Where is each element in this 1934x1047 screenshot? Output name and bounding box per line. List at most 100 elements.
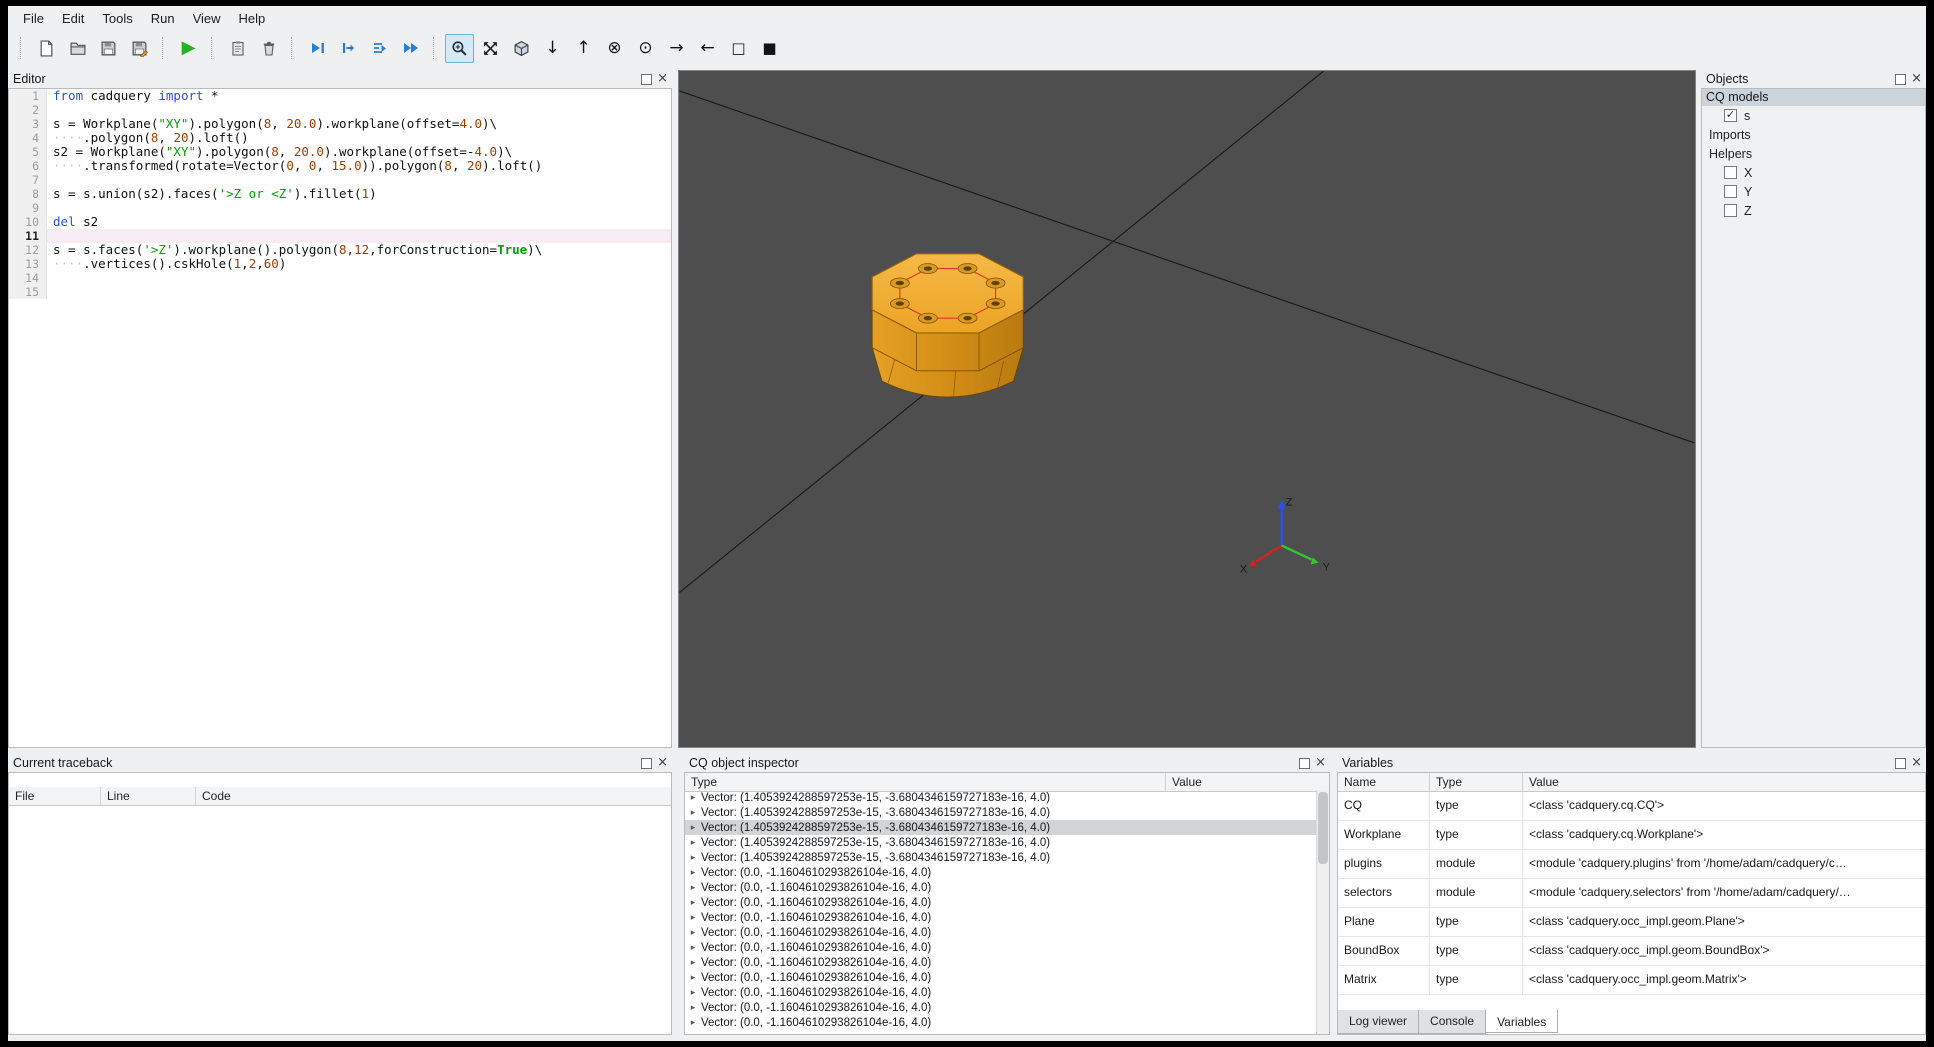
traceback-float-button[interactable]	[641, 757, 653, 769]
variables-row-workplane[interactable]: Workplane type <class 'cadquery.cq.Workpla…	[1338, 821, 1925, 850]
code-line-1[interactable]: 1 from cadquery import *	[9, 89, 671, 103]
inspector-row[interactable]: ▸ Vector: (0.0, -1.1604610293826104e-16, …	[685, 1015, 1317, 1030]
traceback-col-file[interactable]: File	[9, 787, 101, 805]
checkbox-z[interactable]	[1724, 204, 1737, 217]
code-line-3[interactable]: 3 s = Workplane("XY").polygon(8, 20.0).wo…	[9, 117, 671, 131]
code-line-11[interactable]: 11	[9, 229, 671, 243]
editor-close-button[interactable]: ×	[657, 72, 668, 85]
objects-item-s[interactable]: ✓ s	[1702, 106, 1925, 125]
step-in-button[interactable]	[334, 34, 363, 63]
debug-button[interactable]	[223, 34, 252, 63]
traceback-col-line[interactable]: Line	[101, 787, 196, 805]
expand-arrow-icon[interactable]: ▸	[685, 852, 701, 863]
objects-float-button[interactable]	[1895, 73, 1907, 85]
zoom-button[interactable]	[445, 33, 474, 63]
expand-arrow-icon[interactable]: ▸	[685, 1002, 701, 1013]
variables-row-selectors[interactable]: selectors module <module 'cadquery.selecto…	[1338, 879, 1925, 908]
inspector-row[interactable]: ▸ Vector: (1.4053924288597253e-15, -3.680…	[685, 820, 1317, 835]
variables-col-type[interactable]: Type	[1430, 773, 1523, 791]
expand-arrow-icon[interactable]: ▸	[685, 927, 701, 938]
menu-file[interactable]: File	[14, 8, 53, 29]
bottom-view-button[interactable]: ↑	[569, 34, 598, 63]
back-view-button[interactable]: ⊙	[631, 34, 660, 63]
variables-col-value[interactable]: Value	[1523, 773, 1925, 791]
inspector-row[interactable]: ▸ Vector: (1.4053924288597253e-15, -3.680…	[685, 790, 1317, 805]
objects-close-button[interactable]: ×	[1911, 72, 1922, 85]
variables-row-cq[interactable]: CQ type <class 'cadquery.cq.CQ'>	[1338, 792, 1925, 821]
expand-arrow-icon[interactable]: ▸	[685, 867, 701, 878]
expand-arrow-icon[interactable]: ▸	[685, 912, 701, 923]
step-out-button[interactable]	[365, 34, 394, 63]
expand-arrow-icon[interactable]: ▸	[685, 792, 701, 803]
code-line-14[interactable]: 14	[9, 271, 671, 285]
code-line-2[interactable]: 2	[9, 103, 671, 117]
traceback-col-code[interactable]: Code	[196, 787, 671, 805]
save-as-button[interactable]	[125, 34, 154, 63]
expand-arrow-icon[interactable]: ▸	[685, 882, 701, 893]
right-view-button[interactable]: →	[662, 34, 691, 63]
menu-help[interactable]: Help	[230, 8, 275, 29]
code-line-9[interactable]: 9	[9, 201, 671, 215]
inspector-row[interactable]: ▸ Vector: (0.0, -1.1604610293826104e-16, …	[685, 970, 1317, 985]
inspector-row[interactable]: ▸ Vector: (0.0, -1.1604610293826104e-16, …	[685, 955, 1317, 970]
code-line-10[interactable]: 10 del s2	[9, 215, 671, 229]
cq-models-group-header[interactable]: CQ models	[1702, 89, 1925, 106]
menu-edit[interactable]: Edit	[53, 8, 93, 29]
viewport-canvas[interactable]: Z X Y	[678, 70, 1696, 748]
variables-float-button[interactable]	[1895, 757, 1907, 769]
variables-close-button[interactable]: ×	[1911, 756, 1922, 769]
code-line-6[interactable]: 6 ····.transformed(rotate=Vector(0, 0, 15…	[9, 159, 671, 173]
variables-row-plugins[interactable]: plugins module <module 'cadquery.plugins' …	[1338, 850, 1925, 879]
step-button[interactable]	[303, 34, 332, 63]
menu-view[interactable]: View	[184, 8, 230, 29]
inspector-col-value[interactable]: Value	[1166, 773, 1329, 791]
variables-row-matrix[interactable]: Matrix type <class 'cadquery.occ_impl.geom…	[1338, 966, 1925, 995]
menu-tools[interactable]: Tools	[93, 8, 141, 29]
traceback-close-button[interactable]: ×	[657, 756, 668, 769]
inspector-row[interactable]: ▸ Vector: (0.0, -1.1604610293826104e-16, …	[685, 985, 1317, 1000]
objects-item-y[interactable]: Y	[1702, 182, 1925, 201]
editor-content[interactable]: 1 from cadquery import * 2 3 s = Workplane("…	[8, 88, 672, 748]
expand-arrow-icon[interactable]: ▸	[685, 957, 701, 968]
variables-row-plane[interactable]: Plane type <class 'cadquery.occ_impl.geom.…	[1338, 908, 1925, 937]
objects-item-imports[interactable]: Imports	[1702, 125, 1925, 144]
new-file-button[interactable]	[32, 34, 61, 63]
tab-variables[interactable]: Variables	[1485, 1009, 1559, 1033]
code-line-7[interactable]: 7	[9, 173, 671, 187]
left-view-button[interactable]: ←	[693, 34, 722, 63]
checkbox-y[interactable]	[1724, 185, 1737, 198]
objects-item-helpers[interactable]: Helpers	[1702, 144, 1925, 163]
checkbox-x[interactable]	[1724, 166, 1737, 179]
inspector-row[interactable]: ▸ Vector: (0.0, -1.1604610293826104e-16, …	[685, 925, 1317, 940]
iso-view-button[interactable]	[507, 34, 536, 63]
top-view-button[interactable]: ↓	[538, 34, 567, 63]
inspector-row[interactable]: ▸ Vector: (0.0, -1.1604610293826104e-16, …	[685, 1000, 1317, 1015]
expand-arrow-icon[interactable]: ▸	[685, 942, 701, 953]
inspector-row[interactable]: ▸ Vector: (1.4053924288597253e-15, -3.680…	[685, 805, 1317, 820]
inspector-close-button[interactable]: ×	[1315, 756, 1326, 769]
code-line-13[interactable]: 13 ····.vertices().cskHole(1,2,60)	[9, 257, 671, 271]
inspector-row[interactable]: ▸ Vector: (0.0, -1.1604610293826104e-16, …	[685, 895, 1317, 910]
delete-button[interactable]	[254, 34, 283, 63]
inspector-row[interactable]: ▸ Vector: (0.0, -1.1604610293826104e-16, …	[685, 940, 1317, 955]
expand-arrow-icon[interactable]: ▸	[685, 972, 701, 983]
expand-arrow-icon[interactable]: ▸	[685, 1017, 701, 1028]
code-line-15[interactable]: 15	[9, 285, 671, 299]
objects-item-x[interactable]: X	[1702, 163, 1925, 182]
inspector-float-button[interactable]	[1299, 757, 1311, 769]
inspector-scrollbar-thumb[interactable]	[1318, 792, 1328, 864]
expand-arrow-icon[interactable]: ▸	[685, 822, 701, 833]
checkbox-s[interactable]: ✓	[1724, 109, 1737, 122]
fit-all-button[interactable]	[476, 34, 505, 63]
save-button[interactable]	[94, 34, 123, 63]
code-line-4[interactable]: 4 ····.polygon(8, 20).loft()	[9, 131, 671, 145]
wireframe-button[interactable]: □	[724, 34, 753, 63]
inspector-row[interactable]: ▸ Vector: (1.4053924288597253e-15, -3.680…	[685, 850, 1317, 865]
inspector-row[interactable]: ▸ Vector: (1.4053924288597253e-15, -3.680…	[685, 835, 1317, 850]
objects-item-z[interactable]: Z	[1702, 201, 1925, 220]
inspector-row[interactable]: ▸ Vector: (0.0, -1.1604610293826104e-16, …	[685, 865, 1317, 880]
inspector-row[interactable]: ▸ Vector: (0.0, -1.1604610293826104e-16, …	[685, 910, 1317, 925]
tab-console[interactable]: Console	[1418, 1010, 1487, 1034]
front-view-button[interactable]: ⊗	[600, 34, 629, 63]
inspector-row[interactable]: ▸ Vector: (0.0, -1.1604610293826104e-16, …	[685, 880, 1317, 895]
